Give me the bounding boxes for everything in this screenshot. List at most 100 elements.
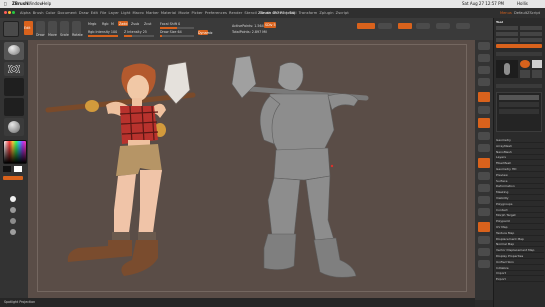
floor-button[interactable]: [478, 132, 490, 140]
persp-toggle[interactable]: [416, 23, 430, 29]
close-window-icon[interactable]: [4, 11, 7, 14]
minimize-window-icon[interactable]: [8, 11, 11, 14]
tool-subpalette-polypaint[interactable]: Polypaint: [496, 219, 544, 225]
app-menu-brush[interactable]: Brush: [33, 11, 44, 15]
transp-button[interactable]: [478, 236, 490, 244]
tool-subpalette-initialize[interactable]: Initialize: [496, 266, 544, 271]
cylinder-tool-icon[interactable]: [532, 60, 542, 68]
xyz-toggle[interactable]: [378, 23, 392, 29]
rgb-button[interactable]: Rgb: [102, 22, 108, 26]
tool-subpalette-polygroups[interactable]: Polygroups: [496, 202, 544, 207]
app-menu-movie[interactable]: Movie: [178, 11, 189, 15]
menu-window[interactable]: Window: [27, 0, 43, 8]
lightbox-tools-button[interactable]: [496, 52, 542, 56]
material-slot-3-icon[interactable]: [10, 229, 16, 235]
app-menu-file[interactable]: File: [100, 11, 106, 15]
tool-subpalette-texture-map[interactable]: Texture Map: [496, 231, 544, 236]
app-menu-light[interactable]: Light: [121, 11, 130, 15]
tool-subpalette-geometry-hd[interactable]: Geometry HD: [496, 167, 544, 172]
polymesh-tool-icon[interactable]: [520, 70, 530, 78]
apple-menu-icon[interactable]: : [4, 0, 6, 8]
tool-subpalette-surface[interactable]: Surface: [496, 179, 544, 184]
tool-subpalette-displacement-map[interactable]: Displacement Map: [496, 237, 544, 242]
app-menu-stencil[interactable]: Stencil: [244, 11, 257, 15]
lightbox-button[interactable]: [398, 23, 412, 29]
tool-subpalette-geometry[interactable]: Geometry: [496, 138, 544, 143]
subtool-list[interactable]: [496, 92, 542, 132]
app-menu-edit[interactable]: Edit: [91, 11, 98, 15]
app-menu-picker[interactable]: Picker: [191, 11, 202, 15]
app-menu-color[interactable]: Color: [46, 11, 56, 15]
tool-subpalette-export[interactable]: Export: [496, 277, 544, 283]
polyf-button[interactable]: [478, 222, 490, 232]
simple-brush-icon[interactable]: [532, 70, 542, 78]
subtool-item-active[interactable]: [499, 95, 539, 100]
texture-off-icon[interactable]: [4, 98, 24, 116]
draw-size-slider[interactable]: [160, 35, 194, 37]
alpha-off-icon[interactable]: [4, 78, 24, 96]
app-menu-preferences[interactable]: Preferences: [205, 11, 227, 15]
zcut-button[interactable]: Zcut: [144, 22, 151, 26]
current-tool-thumbnail[interactable]: [496, 60, 518, 78]
xyz-button[interactable]: [478, 158, 490, 168]
app-menu-render[interactable]: Render: [229, 11, 242, 15]
solo-button[interactable]: [478, 248, 490, 256]
app-menu-alpha[interactable]: Alpha: [20, 11, 31, 15]
tool-subpalette-contact[interactable]: Contact: [496, 208, 544, 213]
secondary-color-swatch[interactable]: [14, 166, 22, 172]
window-controls[interactable]: [4, 8, 15, 18]
rotate-view-button[interactable]: [478, 208, 490, 216]
painted-character-model[interactable]: [45, 61, 196, 276]
load-tool-button[interactable]: [496, 26, 518, 30]
copy-tool-button[interactable]: [496, 32, 518, 36]
zsub-button[interactable]: Zsub: [131, 22, 139, 26]
frame-button[interactable]: [478, 172, 490, 180]
standard-brush-icon[interactable]: [4, 42, 24, 60]
tool-subpalette-arraymesh[interactable]: ArrayMesh: [496, 144, 544, 149]
tool-subpalette-morph-target[interactable]: Morph Target: [496, 213, 544, 219]
sphere-brush-icon[interactable]: [520, 60, 530, 68]
zoom-window-icon[interactable]: [12, 11, 15, 14]
main-color-swatch[interactable]: [3, 166, 11, 172]
app-menu-layer[interactable]: Layer: [108, 11, 119, 15]
quick-sketch-button[interactable]: [357, 23, 375, 29]
tool-name-field[interactable]: [496, 84, 542, 88]
app-menu-draw[interactable]: Draw: [79, 11, 89, 15]
app-menu-transform[interactable]: Transform: [299, 11, 318, 15]
m-button[interactable]: M: [111, 22, 114, 26]
app-menu-macro[interactable]: Macro: [132, 11, 143, 15]
projection-master-button[interactable]: [3, 21, 19, 37]
app-menu-zscript[interactable]: Zscript: [336, 11, 349, 15]
subtool-item[interactable]: [499, 109, 539, 114]
menus-toggle[interactable]: Menus: [500, 8, 512, 18]
local-toggle[interactable]: [456, 23, 470, 29]
tool-subpalette-uv-map[interactable]: UV Map: [496, 225, 544, 230]
tool-subpalette-visibility[interactable]: Visibility: [496, 196, 544, 201]
color-picker[interactable]: [3, 140, 27, 164]
paste-tool-button[interactable]: [520, 32, 542, 36]
tool-subpalette-unified-skin[interactable]: Unified Skin: [496, 260, 544, 265]
tool-subpalette-import[interactable]: Import: [496, 271, 544, 277]
xpose-button[interactable]: [478, 260, 490, 268]
floor-toggle[interactable]: [436, 23, 450, 29]
move-view-button[interactable]: [478, 184, 490, 192]
save-as-button[interactable]: [520, 26, 542, 30]
menu-app-name[interactable]: ZBrush: [12, 0, 28, 8]
tool-subpalette-masking[interactable]: Masking: [496, 190, 544, 196]
zoom-button[interactable]: [478, 78, 490, 86]
tool-subpalette-vector-displacement-map[interactable]: Vector Displacement Map: [496, 248, 544, 254]
tool-subpalette-preview[interactable]: Preview: [496, 173, 544, 178]
app-menu-material[interactable]: Material: [161, 11, 176, 15]
bpr-button[interactable]: [478, 42, 490, 50]
spix-button[interactable]: [478, 54, 490, 62]
menu-user[interactable]: Hollis: [517, 0, 528, 8]
material-slot-2-icon[interactable]: [10, 218, 16, 224]
scale-view-button[interactable]: [478, 196, 490, 204]
tool-subpalette-layers[interactable]: Layers: [496, 155, 544, 161]
z-intensity-slider[interactable]: [124, 35, 154, 37]
scroll-button[interactable]: [478, 66, 490, 74]
viewport-models[interactable]: [28, 40, 475, 298]
actual-button[interactable]: [478, 92, 490, 102]
export-button[interactable]: [520, 38, 542, 42]
subtool-item[interactable]: [499, 102, 539, 107]
